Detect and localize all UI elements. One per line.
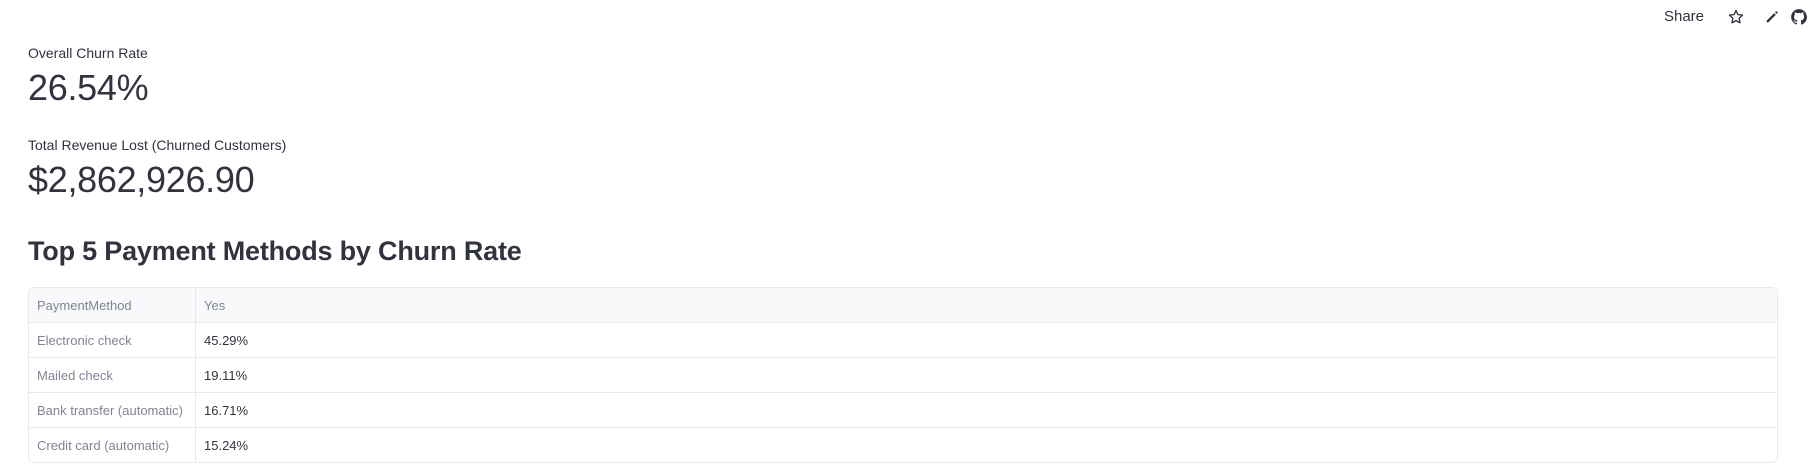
row-index-cell[interactable]: Credit card (automatic) xyxy=(29,427,196,462)
column-header-paymentmethod[interactable]: PaymentMethod xyxy=(29,288,196,323)
metric-value: $2,862,926.90 xyxy=(28,159,255,200)
star-icon[interactable] xyxy=(1718,0,1754,34)
table-row: Credit card (automatic) 15.24% xyxy=(29,427,1778,463)
payment-methods-table[interactable]: PaymentMethod Yes Electronic check 45.29… xyxy=(28,287,1778,463)
churn-rate-metric: Overall Churn Rate 26.54% xyxy=(28,45,149,109)
metric-label: Overall Churn Rate xyxy=(28,45,148,61)
value-cell[interactable]: 19.11% xyxy=(195,357,1777,393)
table-header-row: PaymentMethod Yes xyxy=(29,288,1777,323)
metric-value: 26.54% xyxy=(28,67,149,108)
section-title: Top 5 Payment Methods by Churn Rate xyxy=(28,236,522,266)
value-cell[interactable]: 15.24% xyxy=(196,428,1778,463)
row-index-cell[interactable]: Electronic check xyxy=(29,322,196,358)
revenue-lost-metric: Total Revenue Lost (Churned Customers) $… xyxy=(28,137,286,201)
row-index-cell[interactable]: Bank transfer (automatic) xyxy=(29,392,196,428)
table-row: Electronic check 45.29% xyxy=(29,322,1777,358)
table-row: Bank transfer (automatic) 16.71% xyxy=(29,392,1777,428)
column-header-yes[interactable]: Yes xyxy=(195,288,1777,323)
row-index-cell[interactable]: Mailed check xyxy=(29,357,196,393)
value-cell[interactable]: 45.29% xyxy=(195,322,1777,358)
value-cell[interactable]: 16.71% xyxy=(195,392,1777,428)
app-toolbar: Share xyxy=(1652,0,1812,34)
github-icon[interactable] xyxy=(1790,0,1812,34)
pencil-icon[interactable] xyxy=(1754,0,1790,34)
table-row: Mailed check 19.11% xyxy=(29,357,1777,393)
share-button[interactable]: Share xyxy=(1652,0,1718,34)
metric-label: Total Revenue Lost (Churned Customers) xyxy=(28,137,287,153)
